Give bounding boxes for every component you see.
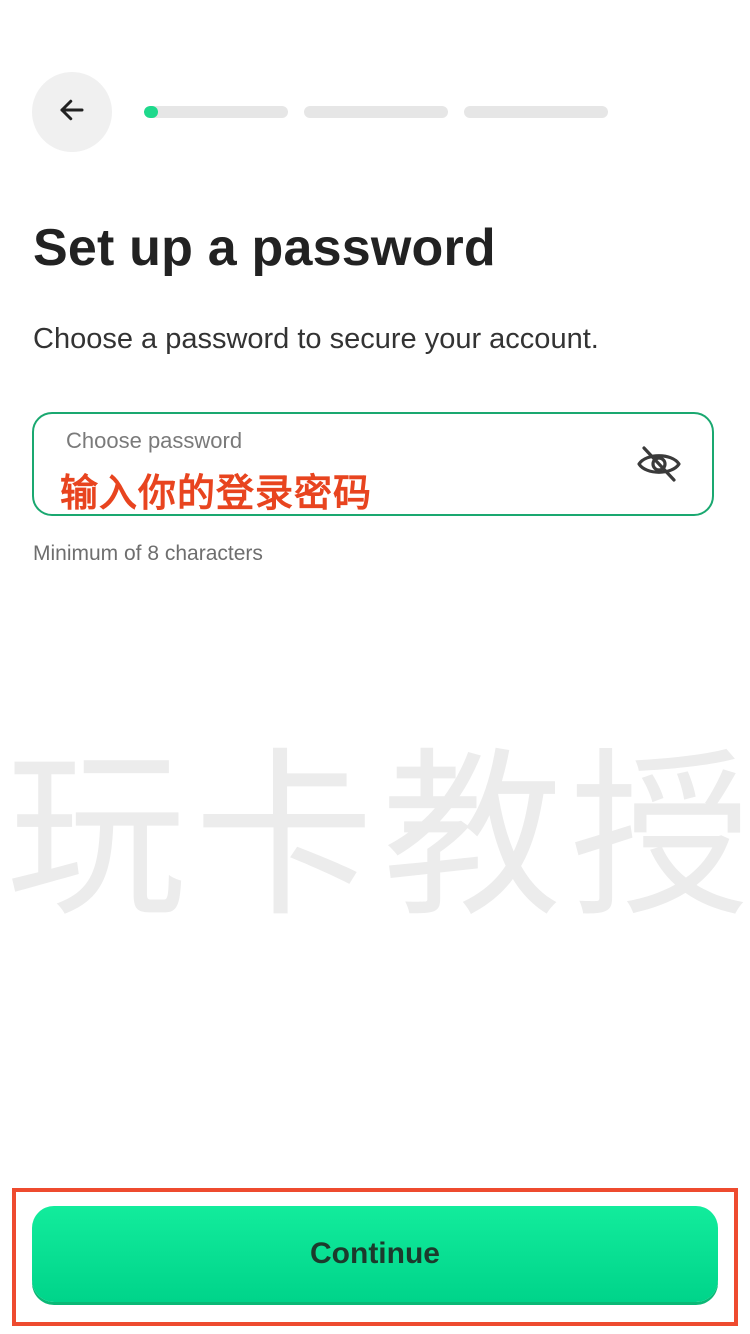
back-button[interactable]: [32, 72, 112, 152]
eye-off-icon[interactable]: [636, 444, 682, 484]
progress-step-3: [464, 106, 608, 118]
password-hint: Minimum of 8 characters: [33, 542, 263, 565]
password-field[interactable]: Choose password 输入你的登录密码: [32, 412, 714, 516]
page-subtitle: Choose a password to secure your account…: [33, 323, 599, 355]
progress-step-1: [144, 106, 288, 118]
progress-step-2: [304, 106, 448, 118]
continue-button[interactable]: Continue: [32, 1206, 718, 1302]
page-title: Set up a password: [33, 219, 496, 277]
progress-steps: [144, 106, 608, 118]
password-field-value[interactable]: 输入你的登录密码: [60, 462, 372, 517]
arrow-left-icon: [57, 95, 87, 130]
password-field-label: Choose password: [66, 428, 243, 453]
watermark: 玩卡教授: [6, 733, 750, 942]
